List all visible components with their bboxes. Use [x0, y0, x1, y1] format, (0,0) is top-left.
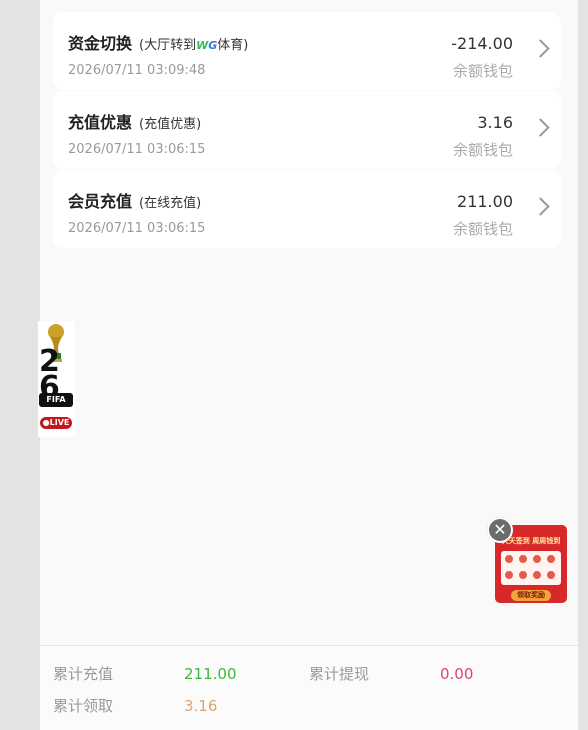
total-deposit-label: 累计充值: [53, 665, 114, 683]
fifa-logo-text: FIFA: [39, 393, 73, 407]
transaction-subtitle: (在线充值): [139, 196, 202, 211]
close-icon[interactable]: ✕: [487, 517, 513, 543]
live-badge[interactable]: ●LIVE: [40, 417, 72, 429]
summary-footer: 累计充值 211.00 累计提现 0.00 累计领取 3.16: [40, 645, 578, 730]
reward-coin-icon: [533, 571, 541, 579]
reward-coin-icon: [519, 555, 527, 563]
chevron-right-icon[interactable]: [531, 118, 550, 137]
wg-logo-w: W: [196, 39, 209, 52]
transaction-subtitle: (大厅转到WG体育): [139, 38, 248, 53]
transaction-wallet: 余额钱包: [452, 62, 513, 80]
transaction-title: 会员充值 (在线充值): [68, 192, 202, 211]
reward-coin-icon: [519, 571, 527, 579]
transaction-type: 会员充值: [68, 192, 133, 211]
reward-coin-icon: [505, 555, 513, 563]
transaction-card[interactable]: 资金切换 (大厅转到WG体育) 2026/07/11 03:09:48 -214.…: [53, 12, 561, 90]
transaction-card[interactable]: 充值优惠 (充值优惠) 2026/07/11 03:06:15 3.16 余额钱包: [53, 91, 561, 169]
claim-reward-button[interactable]: 领取奖励: [511, 590, 551, 601]
transaction-amount: 211.00: [457, 192, 513, 211]
reward-coin-icon: [547, 555, 555, 563]
subtitle-suffix: 体育): [217, 38, 249, 53]
total-withdraw-value: 0.00: [440, 665, 474, 683]
subtitle-prefix: (大厅转到: [139, 38, 197, 53]
fifa-live-widget[interactable]: 2 6 FIFA ●LIVE: [38, 321, 75, 437]
transaction-amount: -214.00: [451, 34, 513, 53]
chevron-right-icon[interactable]: [531, 39, 550, 58]
total-claim-label: 累计领取: [53, 697, 114, 715]
transaction-wallet: 余额钱包: [452, 220, 513, 238]
total-claim-value: 3.16: [184, 697, 218, 715]
transaction-title: 充值优惠 (充值优惠): [68, 113, 202, 132]
reward-coin-icon: [505, 571, 513, 579]
sign-in-promo-widget[interactable]: ✕ 天天签到 周周钱到 领取奖励: [487, 517, 571, 605]
reward-coin-icon: [533, 555, 541, 563]
transaction-wallet: 余额钱包: [452, 141, 513, 159]
transaction-subtitle: (充值优惠): [139, 117, 202, 132]
reward-coin-icon: [547, 571, 555, 579]
total-deposit-value: 211.00: [184, 665, 237, 683]
transaction-type: 资金切换: [68, 34, 133, 53]
transaction-amount: 3.16: [477, 113, 513, 132]
promo-calendar-grid: [501, 551, 561, 585]
wg-logo-g: G: [208, 39, 218, 52]
transaction-type: 充值优惠: [68, 113, 133, 132]
transaction-date: 2026/07/11 03:06:15: [68, 221, 206, 236]
chevron-right-icon[interactable]: [531, 197, 550, 216]
wg-logo: WG: [196, 39, 217, 52]
transaction-date: 2026/07/11 03:09:48: [68, 63, 206, 78]
transaction-title: 资金切换 (大厅转到WG体育): [68, 34, 248, 53]
transaction-date: 2026/07/11 03:06:15: [68, 142, 206, 157]
app-content: 资金切换 (大厅转到WG体育) 2026/07/11 03:09:48 -214.…: [40, 0, 578, 730]
total-withdraw-label: 累计提现: [309, 665, 370, 683]
transaction-card[interactable]: 会员充值 (在线充值) 2026/07/11 03:06:15 211.00 余额…: [53, 170, 561, 248]
